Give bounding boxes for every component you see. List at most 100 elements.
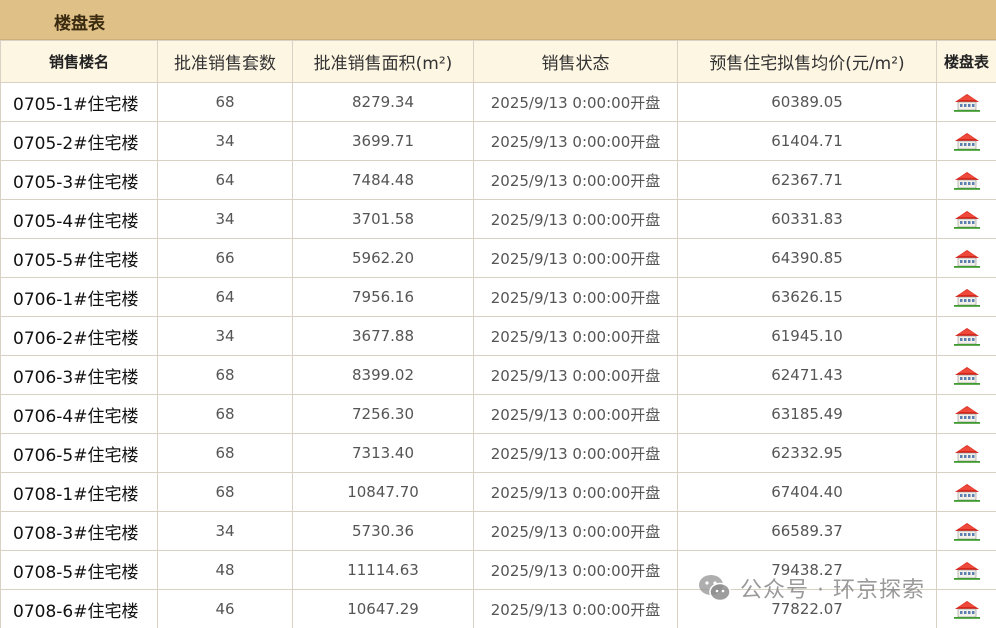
floor-plan-link[interactable] (936, 355, 996, 395)
average-price: 62332.95 (677, 433, 937, 473)
table-row: 0705-3#住宅楼 64 7484.48 2025/9/13 0:00:00开盘 62… (0, 160, 996, 200)
floor-plan-link[interactable] (936, 511, 996, 551)
building-name: 0706-5#住宅楼 (0, 433, 158, 473)
building-name: 0706-3#住宅楼 (0, 355, 158, 395)
approved-units: 64 (157, 160, 293, 200)
floor-plan-link[interactable] (936, 550, 996, 590)
approved-units: 68 (157, 355, 293, 395)
floor-plan-link[interactable] (936, 316, 996, 356)
house-icon[interactable] (953, 132, 981, 151)
sales-status: 2025/9/13 0:00:00开盘 (473, 82, 678, 122)
floor-plan-link[interactable] (936, 121, 996, 161)
approved-units: 68 (157, 394, 293, 434)
average-price: 79438.27 (677, 550, 937, 590)
building-name: 0705-2#住宅楼 (0, 121, 158, 161)
house-icon[interactable] (953, 366, 981, 385)
table-row: 0706-5#住宅楼 68 7313.40 2025/9/13 0:00:00开盘 62… (0, 433, 996, 473)
sales-status: 2025/9/13 0:00:00开盘 (473, 160, 678, 200)
approved-units: 68 (157, 472, 293, 512)
house-icon[interactable] (953, 561, 981, 580)
average-price: 66589.37 (677, 511, 937, 551)
building-name: 0705-5#住宅楼 (0, 238, 158, 278)
sales-status: 2025/9/13 0:00:00开盘 (473, 238, 678, 278)
house-icon[interactable] (953, 405, 981, 424)
house-icon[interactable] (953, 93, 981, 112)
sales-status: 2025/9/13 0:00:00开盘 (473, 121, 678, 161)
column-header-price: 预售住宅拟售均价(元/m²) (677, 40, 937, 83)
column-header-name: 销售楼名 (0, 40, 158, 83)
average-price: 62471.43 (677, 355, 937, 395)
building-name: 0708-3#住宅楼 (0, 511, 158, 551)
house-icon[interactable] (953, 483, 981, 502)
table-row: 0708-6#住宅楼 46 10647.29 2025/9/13 0:00:00开盘 7… (0, 589, 996, 628)
average-price: 63185.49 (677, 394, 937, 434)
building-name: 0705-4#住宅楼 (0, 199, 158, 239)
average-price: 60331.83 (677, 199, 937, 239)
house-icon[interactable] (953, 327, 981, 346)
floor-plan-link[interactable] (936, 238, 996, 278)
floor-plan-link[interactable] (936, 589, 996, 628)
house-icon[interactable] (953, 522, 981, 541)
table-row: 0705-1#住宅楼 68 8279.34 2025/9/13 0:00:00开盘 60… (0, 82, 996, 122)
approved-units: 46 (157, 589, 293, 628)
building-name: 0708-1#住宅楼 (0, 472, 158, 512)
sales-status: 2025/9/13 0:00:00开盘 (473, 511, 678, 551)
building-name: 0706-2#住宅楼 (0, 316, 158, 356)
floor-plan-link[interactable] (936, 277, 996, 317)
average-price: 61945.10 (677, 316, 937, 356)
floor-plan-link[interactable] (936, 472, 996, 512)
floor-plan-link[interactable] (936, 82, 996, 122)
house-icon[interactable] (953, 444, 981, 463)
building-name: 0708-5#住宅楼 (0, 550, 158, 590)
approved-area: 3677.88 (292, 316, 474, 356)
floor-plan-link[interactable] (936, 160, 996, 200)
approved-units: 34 (157, 511, 293, 551)
approved-units: 34 (157, 121, 293, 161)
house-icon[interactable] (953, 210, 981, 229)
floor-plan-link[interactable] (936, 433, 996, 473)
table-header-row: 销售楼名 批准销售套数 批准销售面积(m²) 销售状态 预售住宅拟售均价(元/m… (0, 40, 996, 83)
table-row: 0708-1#住宅楼 68 10847.70 2025/9/13 0:00:00开盘 6… (0, 472, 996, 512)
table-row: 0705-5#住宅楼 66 5962.20 2025/9/13 0:00:00开盘 64… (0, 238, 996, 278)
house-icon[interactable] (953, 249, 981, 268)
approved-area: 3701.58 (292, 199, 474, 239)
average-price: 64390.85 (677, 238, 937, 278)
table-body: 0705-1#住宅楼 68 8279.34 2025/9/13 0:00:00开盘 60… (0, 82, 996, 628)
sales-status: 2025/9/13 0:00:00开盘 (473, 394, 678, 434)
house-icon[interactable] (953, 600, 981, 619)
average-price: 62367.71 (677, 160, 937, 200)
sales-status: 2025/9/13 0:00:00开盘 (473, 277, 678, 317)
approved-area: 7256.30 (292, 394, 474, 434)
table-row: 0706-1#住宅楼 64 7956.16 2025/9/13 0:00:00开盘 63… (0, 277, 996, 317)
house-icon[interactable] (953, 171, 981, 190)
column-header-plan: 楼盘表 (936, 40, 996, 83)
building-name: 0706-4#住宅楼 (0, 394, 158, 434)
approved-units: 68 (157, 82, 293, 122)
table-row: 0705-4#住宅楼 34 3701.58 2025/9/13 0:00:00开盘 60… (0, 199, 996, 239)
average-price: 77822.07 (677, 589, 937, 628)
floor-plan-link[interactable] (936, 199, 996, 239)
sales-status: 2025/9/13 0:00:00开盘 (473, 472, 678, 512)
house-icon[interactable] (953, 288, 981, 307)
approved-units: 68 (157, 433, 293, 473)
page: 楼盘表 销售楼名 批准销售套数 批准销售面积(m²) 销售状态 预售住宅拟售均价… (0, 0, 996, 628)
column-header-units: 批准销售套数 (157, 40, 293, 83)
approved-area: 5962.20 (292, 238, 474, 278)
approved-area: 10847.70 (292, 472, 474, 512)
approved-area: 5730.36 (292, 511, 474, 551)
approved-area: 7484.48 (292, 160, 474, 200)
sales-status: 2025/9/13 0:00:00开盘 (473, 316, 678, 356)
approved-area: 7313.40 (292, 433, 474, 473)
approved-units: 64 (157, 277, 293, 317)
building-name: 0705-3#住宅楼 (0, 160, 158, 200)
approved-area: 10647.29 (292, 589, 474, 628)
approved-area: 3699.71 (292, 121, 474, 161)
table-row: 0708-3#住宅楼 34 5730.36 2025/9/13 0:00:00开盘 66… (0, 511, 996, 551)
approved-units: 66 (157, 238, 293, 278)
building-name: 0706-1#住宅楼 (0, 277, 158, 317)
approved-units: 34 (157, 316, 293, 356)
sales-status: 2025/9/13 0:00:00开盘 (473, 199, 678, 239)
floor-plan-link[interactable] (936, 394, 996, 434)
building-name: 0708-6#住宅楼 (0, 589, 158, 628)
table-row: 0706-4#住宅楼 68 7256.30 2025/9/13 0:00:00开盘 63… (0, 394, 996, 434)
